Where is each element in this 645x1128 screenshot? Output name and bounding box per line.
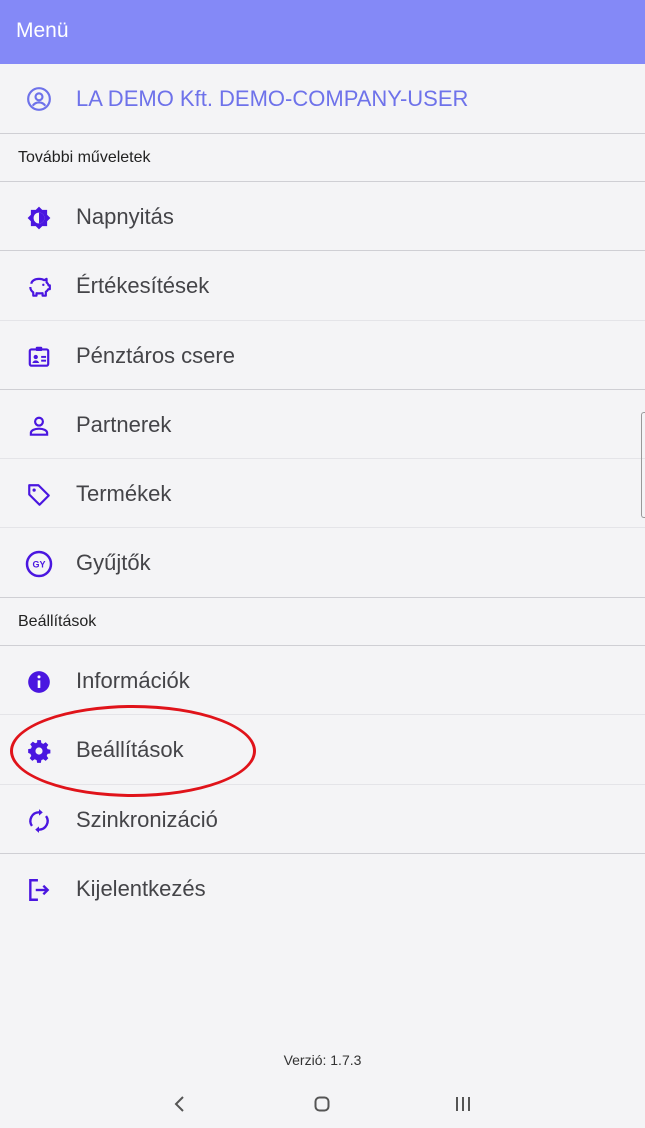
gy-badge-icon: GY	[25, 550, 53, 578]
menu-item-napnyitas[interactable]: Napnyitás	[0, 182, 645, 251]
menu-item-label: Termékek	[76, 481, 172, 506]
menu-item-label: Partnerek	[76, 412, 172, 437]
menu-item-kijelentkezes[interactable]: Kijelentkezés	[0, 854, 645, 923]
menu-item-label: Kijelentkezés	[76, 876, 206, 901]
section-header-more-actions: További műveletek	[0, 134, 645, 181]
menu-item-partnerek[interactable]: Partnerek	[0, 390, 645, 459]
header-title: Menü	[16, 19, 69, 42]
home-nav-icon[interactable]	[306, 1090, 338, 1118]
account-circle-icon	[25, 85, 53, 113]
menu-item-gyujtok[interactable]: GY Gyűjtők	[0, 528, 645, 597]
section-title: További műveletek	[18, 149, 151, 166]
person-icon	[25, 412, 53, 440]
version-label: Verzió: 1.7.3	[283, 1052, 362, 1068]
menu-item-label: Gyűjtők	[76, 550, 151, 575]
svg-text:GY: GY	[32, 560, 45, 570]
menu-item-label: Értékesítések	[76, 273, 210, 298]
recents-nav-icon[interactable]	[447, 1090, 479, 1118]
menu-item-label: Szinkronizáció	[76, 807, 218, 832]
menu-item-informaciok[interactable]: Információk	[0, 646, 645, 715]
section-title: Beállítások	[18, 613, 97, 630]
id-badge-icon	[25, 343, 53, 371]
menu-item-label: Napnyitás	[76, 204, 174, 229]
app-header: Menü	[0, 0, 645, 64]
logout-icon	[25, 876, 53, 904]
sync-icon	[25, 807, 53, 835]
piggy-bank-icon	[25, 273, 53, 301]
user-account-label: LA DEMO Kft. DEMO-COMPANY-USER	[76, 86, 469, 111]
red-highlight-annotation	[10, 705, 256, 797]
menu-item-szinkronizacio[interactable]: Szinkronizáció	[0, 785, 645, 854]
brightness-icon	[25, 204, 53, 232]
system-nav-bar	[0, 1080, 645, 1128]
menu-item-label: Pénztáros csere	[76, 343, 235, 368]
menu-item-penztaros-csere[interactable]: Pénztáros csere	[0, 321, 645, 390]
info-icon	[25, 668, 53, 696]
menu-item-ertekesitesek[interactable]: Értékesítések	[0, 251, 645, 320]
section-header-settings: Beállítások	[0, 598, 645, 645]
back-nav-icon[interactable]	[164, 1090, 196, 1118]
menu-item-label: Információk	[76, 668, 190, 693]
scrollbar[interactable]	[641, 412, 645, 518]
user-account-row[interactable]: LA DEMO Kft. DEMO-COMPANY-USER	[0, 64, 645, 133]
tag-icon	[25, 481, 53, 509]
menu-item-termekek[interactable]: Termékek	[0, 459, 645, 528]
